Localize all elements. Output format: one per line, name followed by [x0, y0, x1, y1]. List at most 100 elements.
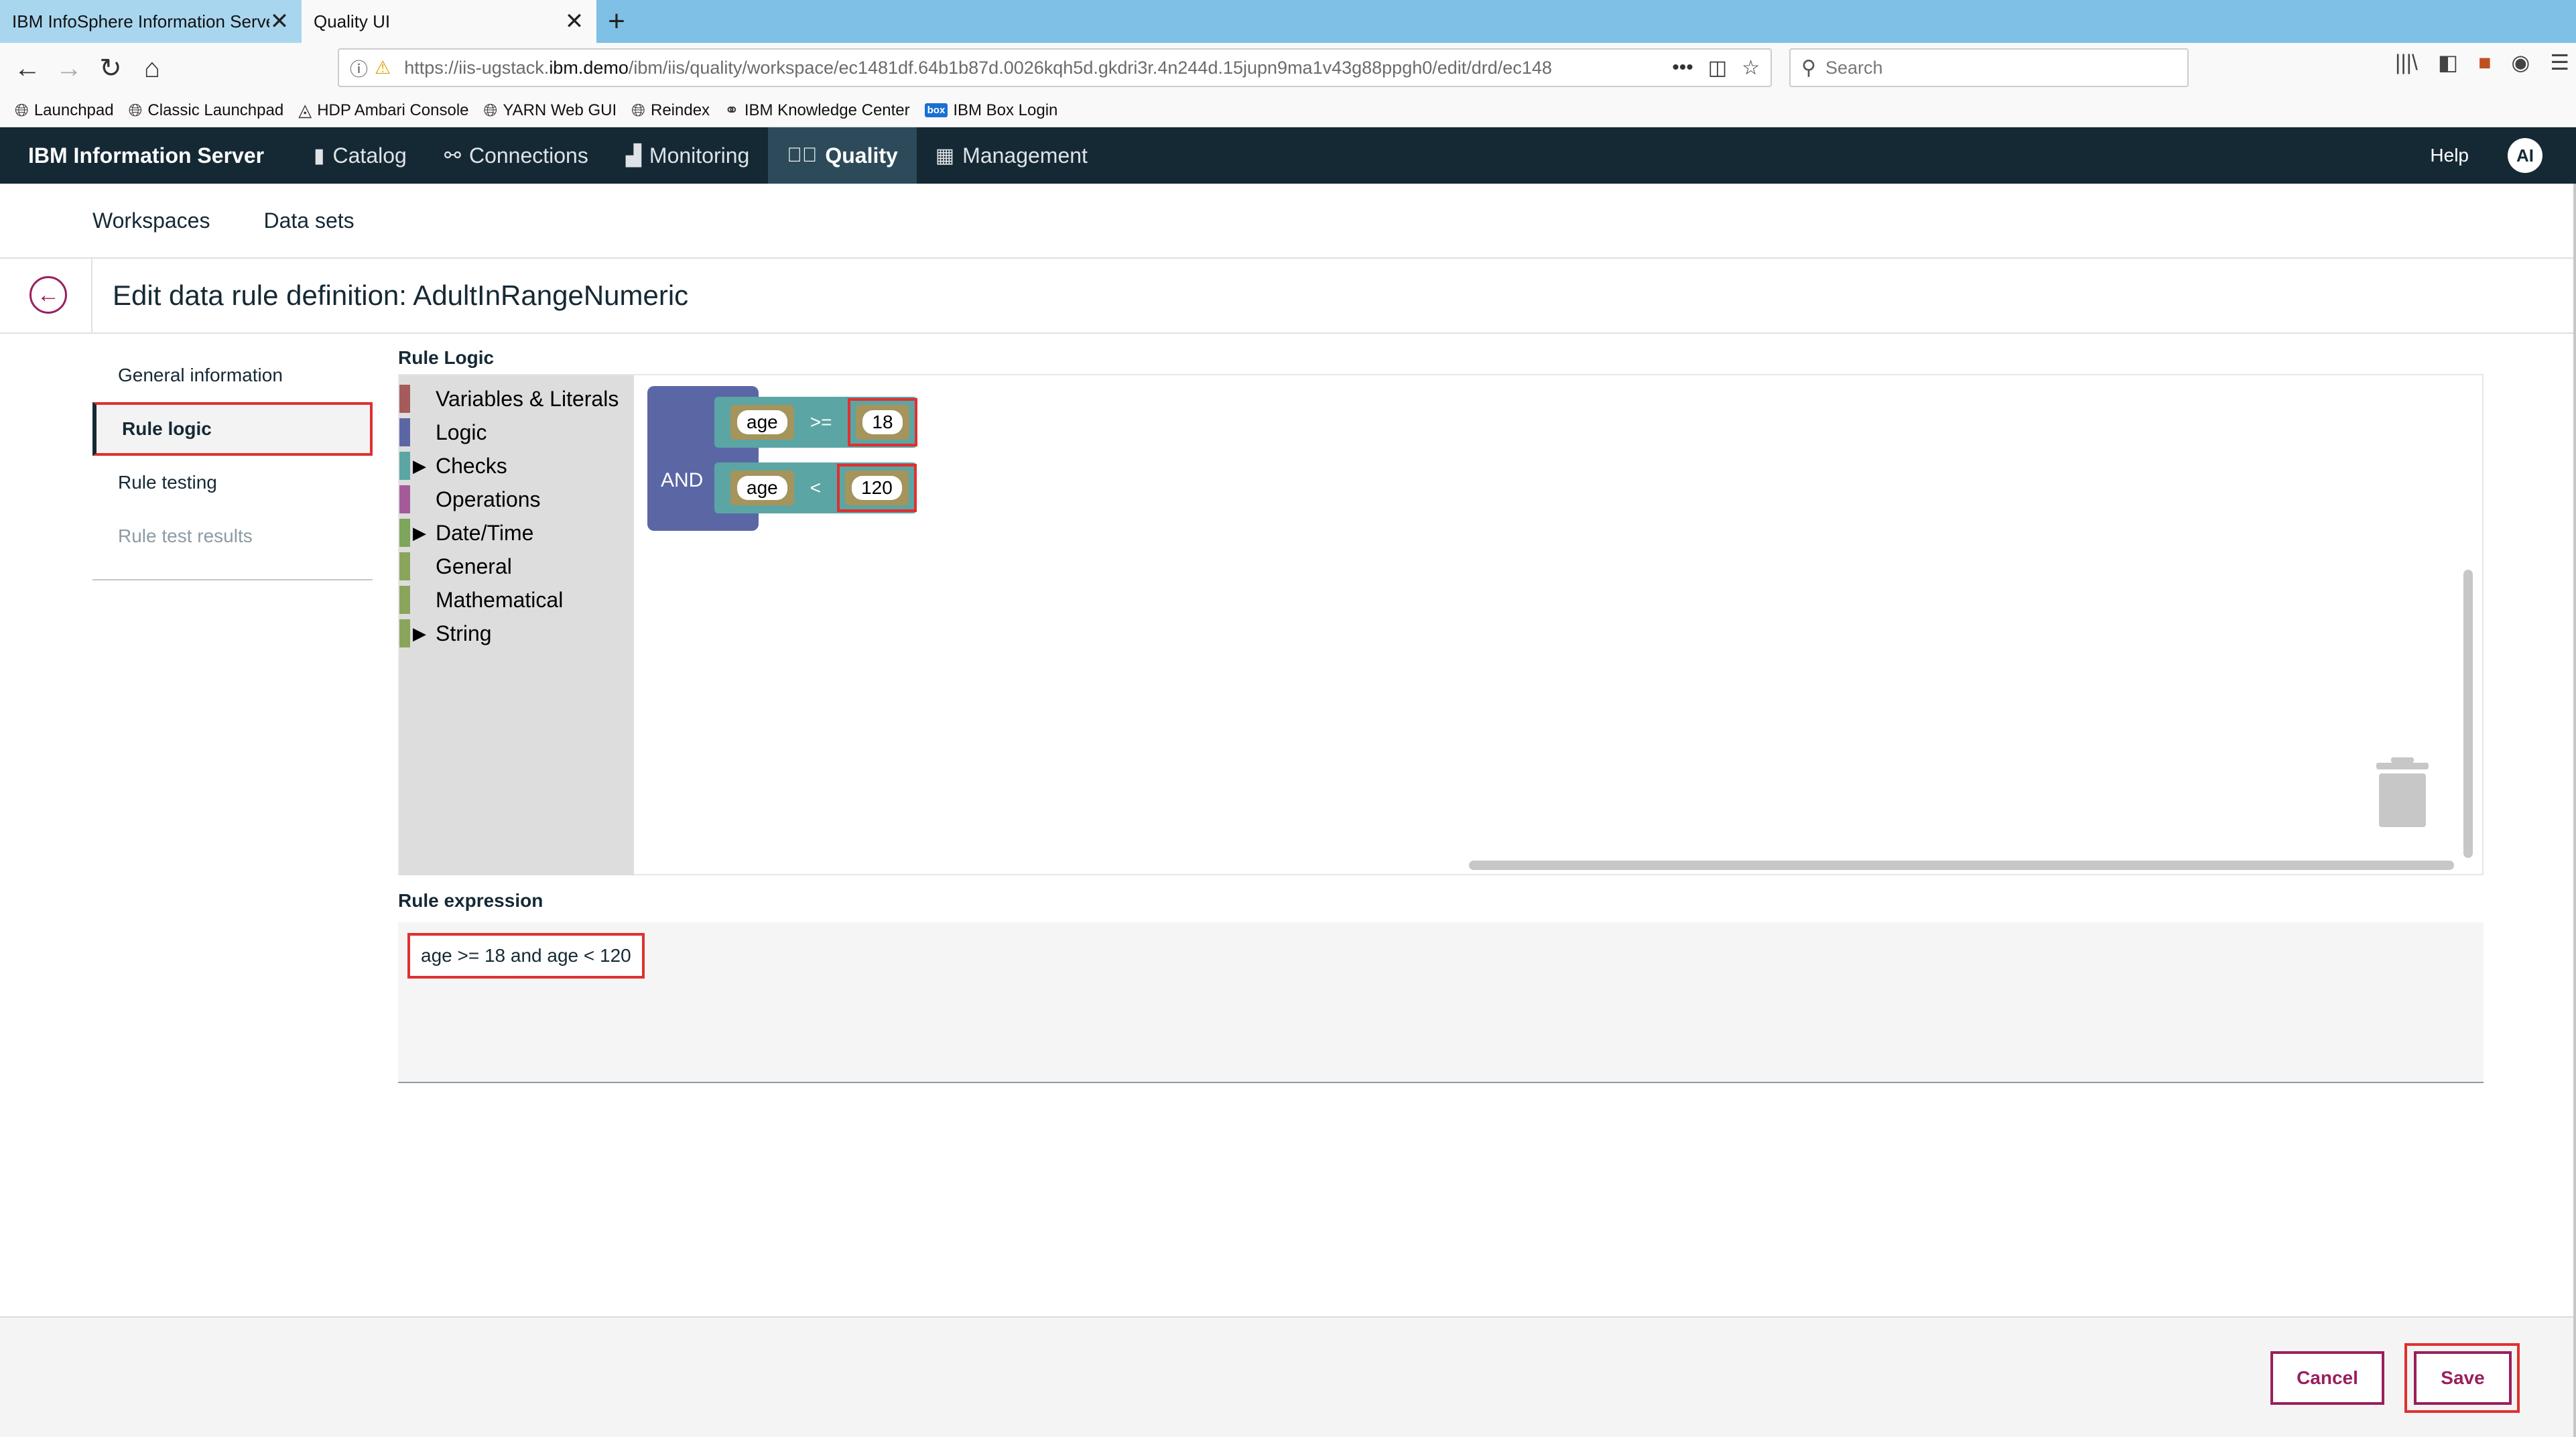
- nav-label: Catalog: [332, 143, 407, 168]
- bookmark-launchpad[interactable]: 🌐︎ Launchpad: [15, 100, 114, 121]
- info-icon[interactable]: ⓘ: [350, 55, 368, 81]
- menu-icon[interactable]: ☰: [2550, 50, 2569, 75]
- rule-logic-workspace[interactable]: Variables & Literals Logic ▶ Checks Opera…: [398, 374, 2484, 875]
- tab-label: IBM InfoSphere Information Server: [12, 11, 269, 32]
- more-actions-icon[interactable]: •••: [1672, 56, 1693, 80]
- field-name: age: [737, 410, 787, 434]
- rule-expression-textarea[interactable]: age >= 18 and age < 120: [398, 922, 2484, 1083]
- bookmark-yarn[interactable]: 🌐︎ YARN Web GUI: [484, 100, 617, 121]
- condition-block[interactable]: age >= 18: [714, 397, 917, 448]
- value-text[interactable]: 18: [862, 410, 903, 434]
- category-logic[interactable]: Logic: [399, 416, 634, 449]
- sidebar-icon[interactable]: ◧: [2438, 50, 2458, 75]
- browser-tab[interactable]: IBM InfoSphere Information Server ✕: [0, 0, 302, 43]
- subnav-data-sets[interactable]: Data sets: [263, 208, 354, 233]
- url-prefix: https://iis-ugstack.: [404, 57, 550, 78]
- close-icon[interactable]: ✕: [564, 8, 584, 35]
- bar-chart-icon: ▟: [625, 144, 641, 167]
- horizontal-scrollbar[interactable]: [1469, 861, 2454, 870]
- left-nav: General information Rule logic Rule test…: [92, 349, 373, 580]
- bookmark-box-login[interactable]: box IBM Box Login: [924, 101, 1057, 120]
- reload-icon[interactable]: ↻: [90, 48, 131, 89]
- search-icon: ⚲: [1801, 56, 1816, 79]
- category-label: String: [436, 621, 492, 645]
- category-label: Mathematical: [436, 587, 564, 612]
- warning-lock-icon[interactable]: ⚠: [375, 58, 391, 78]
- category-general[interactable]: General: [399, 550, 634, 583]
- rule-expression-label: Rule expression: [398, 890, 543, 911]
- footer-bar: Cancel Save: [0, 1316, 2576, 1437]
- bookmark-classic-launchpad[interactable]: 🌐︎ Classic Launchpad: [129, 100, 284, 121]
- search-input[interactable]: ⚲ Search: [1789, 48, 2189, 87]
- nav-quality[interactable]: ✓⃝ Quality: [768, 127, 917, 184]
- value-block[interactable]: 18: [856, 405, 909, 440]
- field-block[interactable]: age: [730, 471, 794, 505]
- library-icon[interactable]: |||\: [2395, 50, 2418, 75]
- nav-label: Quality: [825, 143, 898, 168]
- nav-management[interactable]: ▦ Management: [917, 127, 1106, 184]
- bookmark-reindex[interactable]: 🌐︎ Reindex: [631, 100, 710, 121]
- page-title-bar: ← Edit data rule definition: AdultInRang…: [0, 259, 2576, 334]
- leftnav-rule-logic[interactable]: Rule logic: [92, 402, 373, 456]
- category-label: Operations: [436, 487, 541, 511]
- category-checks[interactable]: ▶ Checks: [399, 449, 634, 483]
- search-placeholder: Search: [1825, 57, 1883, 78]
- cancel-button[interactable]: Cancel: [2270, 1351, 2384, 1405]
- comparison-operator[interactable]: <: [810, 477, 821, 499]
- category-variables-literals[interactable]: Variables & Literals: [399, 382, 634, 416]
- bookmarks-toolbar: 🌐︎ Launchpad 🌐︎ Classic Launchpad ◬ HDP Amb…: [0, 94, 2576, 127]
- back-button[interactable]: ←: [29, 276, 67, 314]
- category-operations[interactable]: Operations: [399, 483, 634, 516]
- browser-tab-active[interactable]: Quality UI ✕: [302, 0, 596, 43]
- value-highlight: 18: [848, 398, 917, 446]
- nav-monitoring[interactable]: ▟ Monitoring: [607, 127, 768, 184]
- bookmark-star-icon[interactable]: ☆: [1742, 56, 1760, 80]
- address-bar[interactable]: ⓘ ⚠ https://iis-ugstack.ibm.demo/ibm/iis…: [338, 48, 1772, 87]
- save-button[interactable]: Save: [2414, 1351, 2512, 1405]
- vertical-scrollbar[interactable]: [2463, 570, 2473, 858]
- knowledge-icon: ⚭: [724, 100, 739, 120]
- expand-triangle-icon[interactable]: ▶: [413, 523, 426, 544]
- value-block[interactable]: 120: [845, 471, 909, 505]
- ambari-icon: ◬: [298, 100, 312, 120]
- comparison-operator[interactable]: >=: [810, 412, 832, 433]
- account-icon[interactable]: ◉: [2511, 50, 2530, 75]
- bookmark-knowledge-center[interactable]: ⚭ IBM Knowledge Center: [724, 100, 910, 121]
- category-color: [399, 452, 410, 480]
- expand-triangle-icon[interactable]: ▶: [413, 456, 426, 477]
- leftnav-general-information[interactable]: General information: [92, 349, 373, 402]
- category-label: Logic: [436, 420, 487, 444]
- rule-expression-value[interactable]: age >= 18 and age < 120: [407, 933, 645, 979]
- brand-title[interactable]: IBM Information Server: [0, 143, 295, 168]
- condition-block[interactable]: age < 120: [714, 462, 917, 513]
- bookmark-hdp-ambari[interactable]: ◬ HDP Ambari Console: [298, 100, 468, 121]
- category-string[interactable]: ▶ String: [399, 617, 634, 650]
- pocket-icon[interactable]: ◫: [1708, 56, 1727, 80]
- url-text[interactable]: https://iis-ugstack.ibm.demo/ibm/iis/qua…: [404, 58, 1664, 78]
- leftnav-rule-test-results[interactable]: Rule test results: [92, 509, 373, 563]
- leftnav-rule-testing[interactable]: Rule testing: [92, 456, 373, 509]
- app-header: IBM Information Server ▮ Catalog ⚯ Connect…: [0, 127, 2576, 184]
- trash-icon[interactable]: [2376, 757, 2429, 827]
- new-tab-button[interactable]: +: [596, 0, 637, 43]
- subnav-workspaces[interactable]: Workspaces: [92, 208, 210, 233]
- value-text[interactable]: 120: [852, 476, 902, 500]
- help-link[interactable]: Help: [2430, 145, 2469, 166]
- home-icon[interactable]: ⌂: [131, 48, 173, 89]
- field-block[interactable]: age: [730, 405, 794, 440]
- expand-triangle-icon[interactable]: ▶: [413, 623, 426, 644]
- close-icon[interactable]: ✕: [269, 8, 289, 35]
- category-date-time[interactable]: ▶ Date/Time: [399, 516, 634, 550]
- avatar[interactable]: AI: [2508, 138, 2542, 173]
- extension-icon[interactable]: ■: [2478, 50, 2491, 75]
- category-mathematical[interactable]: Mathematical: [399, 583, 634, 617]
- category-label: General: [436, 554, 512, 578]
- back-arrow-icon[interactable]: ←: [7, 48, 48, 89]
- category-color: [399, 619, 410, 647]
- nav-catalog[interactable]: ▮ Catalog: [295, 127, 426, 184]
- url-host: ibm.demo: [549, 57, 629, 78]
- nav-label: Management: [962, 143, 1088, 168]
- category-color: [399, 519, 410, 547]
- nav-connections[interactable]: ⚯ Connections: [426, 127, 607, 184]
- forward-arrow-icon[interactable]: →: [48, 48, 90, 89]
